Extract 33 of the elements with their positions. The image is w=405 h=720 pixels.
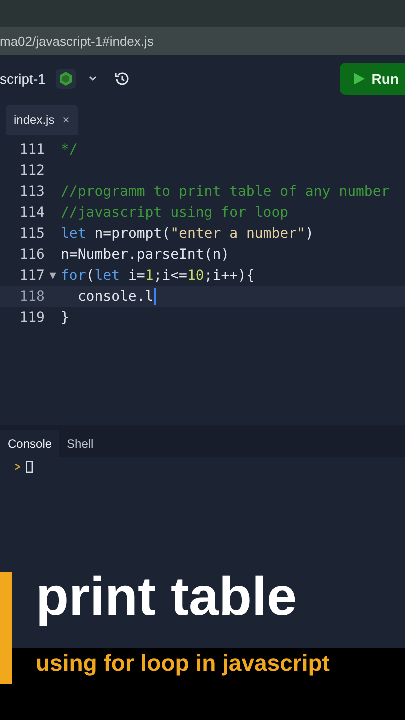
line-number: 118: [18, 288, 45, 304]
project-name[interactable]: script-1: [0, 71, 46, 87]
code-line: n=Number.parseInt(n): [61, 246, 230, 262]
line-number: 115: [18, 226, 45, 242]
line-number: 112: [18, 162, 45, 178]
panel-tab[interactable]: Console: [0, 430, 60, 457]
run-button[interactable]: Run: [340, 63, 405, 95]
line-number: 116: [18, 246, 45, 262]
console-cursor[interactable]: [26, 461, 33, 473]
node-icon: [56, 69, 76, 89]
prompt-icon: [15, 464, 20, 470]
code-line: //programm to print table of any number: [61, 184, 390, 200]
history-icon[interactable]: [114, 71, 130, 87]
line-number: 111: [18, 142, 45, 158]
code-line: console.l: [76, 288, 154, 304]
code-line: }: [61, 310, 70, 326]
code-line: */: [61, 142, 78, 158]
line-number: 114: [18, 204, 45, 220]
line-number: 113: [18, 184, 45, 200]
chevron-down-icon[interactable]: [88, 75, 98, 83]
close-icon[interactable]: ×: [62, 113, 70, 127]
file-tab[interactable]: index.js ×: [6, 105, 78, 135]
caption-subtitle: using for loop in javascript: [36, 650, 330, 677]
code-line: for(let i=1;i<=10;i++){: [61, 268, 255, 284]
code-line: let n=prompt("enter a number"): [61, 226, 314, 242]
code-line: //javascript using for loop: [61, 204, 289, 220]
panel-tab[interactable]: Shell: [59, 430, 101, 457]
play-icon: [354, 73, 365, 85]
line-number: 117: [18, 268, 45, 284]
line-number: 119: [18, 310, 45, 326]
caption-title: print table: [36, 566, 298, 628]
fold-toggle[interactable]: ▼: [50, 269, 56, 282]
text-cursor: [154, 288, 156, 305]
